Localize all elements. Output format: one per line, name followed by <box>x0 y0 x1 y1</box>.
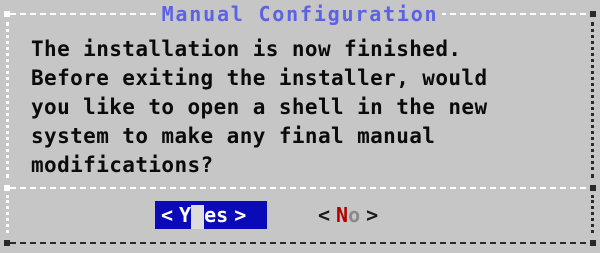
left-border-lower <box>6 195 9 233</box>
no-left-bracket: < <box>318 203 331 227</box>
yes-right-bracket: > <box>234 203 247 227</box>
no-button[interactable]: < No > <box>312 201 442 229</box>
yes-button[interactable]: < Yes > <box>155 201 267 229</box>
manual-configuration-dialog: Manual Configuration The installation is… <box>0 0 600 253</box>
no-hotkey: N <box>336 203 349 227</box>
yes-hotkey: Y <box>179 203 192 227</box>
dialog-title: Manual Configuration <box>157 2 443 26</box>
yes-left-bracket: < <box>161 203 174 227</box>
text-cursor <box>191 204 205 229</box>
right-border <box>591 22 594 178</box>
dialog-message: The installation is now finished. Before… <box>31 37 488 177</box>
bottom-right-corner <box>590 240 596 246</box>
right-border-lower <box>591 195 594 233</box>
yes-label: es <box>204 203 229 227</box>
no-label: o <box>348 203 361 227</box>
no-right-bracket: > <box>366 203 379 227</box>
dialog-title-row: Manual Configuration <box>0 2 600 26</box>
separator-line <box>10 187 586 189</box>
bottom-border <box>10 242 586 244</box>
left-border <box>6 22 9 178</box>
separator-right-corner <box>590 185 596 191</box>
